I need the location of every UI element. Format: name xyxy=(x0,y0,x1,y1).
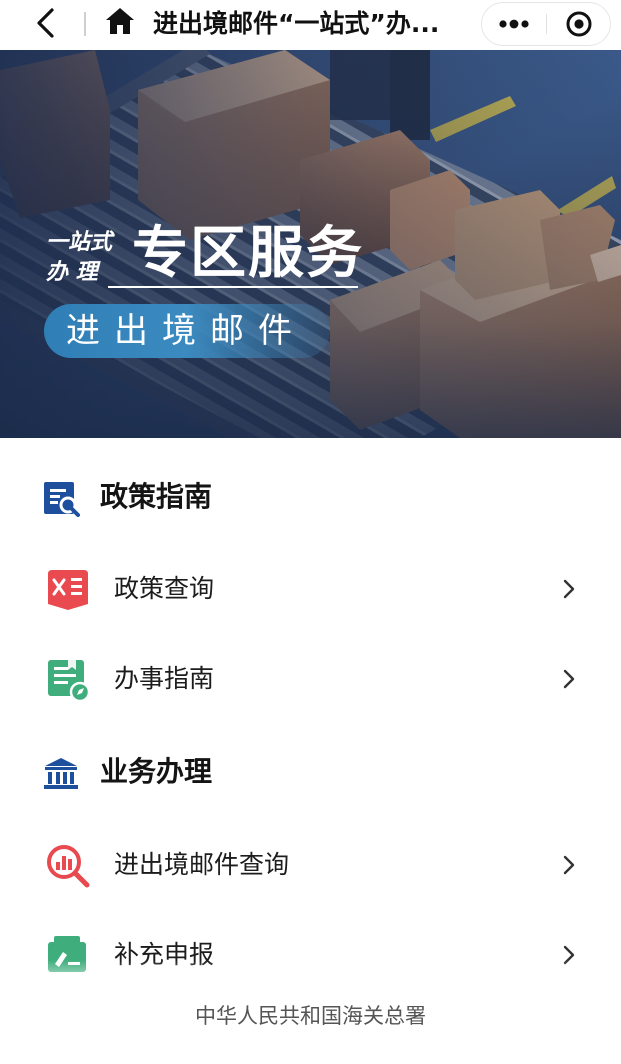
top-navbar: 进出境邮件“一站式”办... xyxy=(0,0,621,50)
home-icon[interactable] xyxy=(103,5,137,37)
list-item-label: 进出境邮件查询 xyxy=(114,850,290,879)
chevron-left-icon[interactable] xyxy=(30,6,64,40)
nav-divider xyxy=(84,12,86,36)
section-title: 业务办理 xyxy=(100,755,213,788)
chart-magnifier-icon xyxy=(44,842,92,888)
banner-underline xyxy=(108,286,358,288)
footer-text: 中华人民共和国海关总署 xyxy=(195,1004,426,1028)
list-item-mail-query[interactable]: 进出境邮件查询 xyxy=(0,830,621,900)
policy-query-icon xyxy=(44,566,92,612)
banner-small-line2: 办 理 xyxy=(46,260,98,285)
banner-small-line1: 一站式 xyxy=(46,230,113,255)
scroll-fade xyxy=(0,960,621,1000)
chevron-right-icon xyxy=(558,853,580,877)
footer: 中华人民共和国海关总署 xyxy=(0,996,621,1036)
banner-small-caption: 一站式 办 理 xyxy=(46,228,126,290)
mini-program-capsule xyxy=(481,2,611,46)
list-item-service-guide[interactable]: 办事指南 xyxy=(0,644,621,714)
list-item-policy-query[interactable]: 政策查询 xyxy=(0,554,621,624)
hero-banner: 一站式 办 理 专区服务 进出境邮件 xyxy=(0,50,621,438)
guide-compass-icon xyxy=(44,656,92,703)
more-dots-icon[interactable] xyxy=(482,3,546,45)
banner-headline: 专区服务 xyxy=(132,221,364,286)
chevron-right-icon xyxy=(558,577,580,601)
bank-building-icon xyxy=(42,754,80,792)
page-title: 进出境邮件“一站式”办... xyxy=(153,9,440,38)
target-close-icon[interactable] xyxy=(547,3,611,45)
chevron-right-icon xyxy=(558,667,580,691)
list-item-label: 政策查询 xyxy=(114,574,215,603)
section-header-policy-guide: 政策指南 xyxy=(0,473,621,521)
policy-search-doc-icon xyxy=(42,479,80,517)
list-item-label: 办事指南 xyxy=(114,664,215,693)
section-header-business-handling: 业务办理 xyxy=(0,748,621,796)
banner-subtitle: 进出境邮件 xyxy=(66,311,306,351)
section-title: 政策指南 xyxy=(100,480,213,513)
